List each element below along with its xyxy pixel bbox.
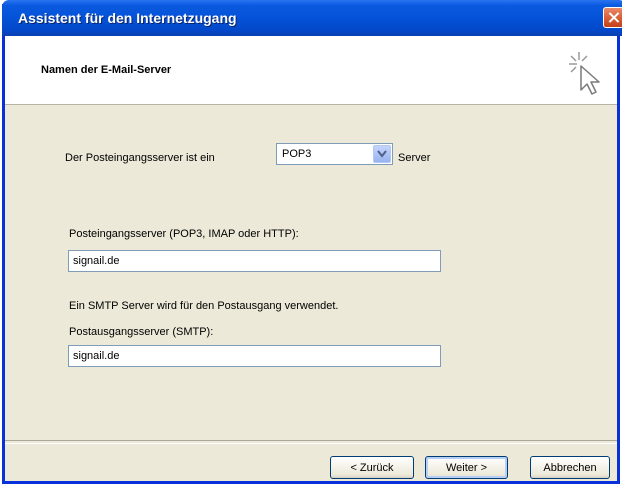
incoming-server-input[interactable] [68, 250, 441, 272]
incoming-type-label: Der Posteingangsserver ist ein [65, 152, 215, 164]
wizard-cursor-icon [569, 52, 600, 95]
incoming-server-label: Posteingangsserver (POP3, IMAP oder HTTP… [69, 228, 299, 240]
close-icon[interactable] [603, 7, 622, 28]
back-button[interactable]: < Zurück [330, 456, 414, 479]
cancel-button[interactable]: Abbrechen [530, 456, 610, 479]
server-suffix-label: Server [398, 152, 431, 164]
window-title: Assistent für den Internetzugang [18, 10, 237, 26]
wizard-header: Namen der E-Mail-Server [5, 36, 617, 105]
outgoing-server-label: Postausgangsserver (SMTP): [69, 326, 214, 338]
wizard-window: Assistent für den Internetzugang Namen d… [2, 0, 622, 484]
next-button[interactable]: Weiter > [425, 456, 508, 479]
server-type-value: POP3 [282, 148, 312, 160]
chevron-down-icon[interactable] [373, 145, 391, 163]
footer-divider [5, 440, 617, 444]
page-title: Namen der E-Mail-Server [41, 64, 172, 76]
outgoing-server-input[interactable] [68, 345, 441, 367]
smtp-info-text: Ein SMTP Server wird für den Postausgang… [69, 300, 339, 312]
server-type-select[interactable]: POP3 [276, 143, 393, 165]
title-bar[interactable]: Assistent für den Internetzugang [2, 0, 622, 36]
